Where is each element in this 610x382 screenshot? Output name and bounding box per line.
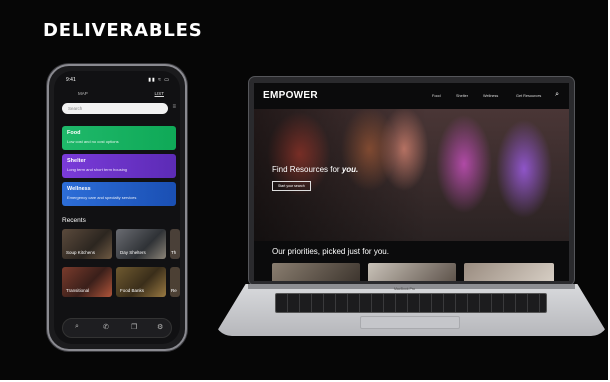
nav-food[interactable]: Food [432,94,441,98]
tile-label: Transitional [66,288,90,293]
priority-image[interactable] [368,263,456,281]
nav-wellness[interactable]: Wellness [483,94,498,98]
search-icon[interactable]: ⌕ [75,323,79,331]
laptop-display: EMPOWER Food Shelter Wellness Get Resour… [254,83,569,281]
search-input[interactable]: Search [62,103,168,114]
tile-label: Th [171,250,177,255]
hero-text: Find Resources for [272,165,340,174]
hero-heading: Find Resources for you. [272,165,358,174]
hero-emphasis: you. [341,165,359,174]
category-card-shelter[interactable]: Shelter Long term and short term housing [62,154,176,178]
status-time: 9:41 [66,77,76,83]
status-icons: ▮▮ ≈ ▭ [148,77,170,83]
filter-icon[interactable]: ≡ [172,104,176,110]
page-title: DELIVERABLES [43,20,203,41]
recent-tile[interactable]: Food Banks [116,267,166,297]
laptop-trackpad [360,316,460,329]
priority-image[interactable] [464,263,554,281]
search-icon[interactable]: ⌕ [555,91,559,99]
priority-image[interactable] [272,263,360,281]
nav-get-resources[interactable]: Get Resources [516,94,541,98]
brand-logo[interactable]: EMPOWER [263,90,318,101]
recent-tile[interactable]: Day Shelters [116,229,166,259]
start-search-button[interactable]: Start your search [272,181,311,191]
phone-screen: 9:41 ▮▮ ≈ ▭ MAP LIST Search ≡ Food Low c… [54,71,180,344]
recent-tile[interactable]: Th [170,229,180,259]
nav-shelter[interactable]: Shelter [456,94,468,98]
phone-icon[interactable]: ✆ [103,323,109,331]
recent-tile[interactable]: Soup Kitchens [62,229,112,259]
phone-mockup: 9:41 ▮▮ ≈ ▭ MAP LIST Search ≡ Food Low c… [47,64,187,351]
recent-tile[interactable]: Transitional [62,267,112,297]
deliverables-stage: DELIVERABLES 9:41 ▮▮ ≈ ▭ MAP LIST Search… [0,0,608,380]
tab-list[interactable]: LIST [154,91,164,96]
bottom-nav: ⌕ ✆ ❐ ⚙ [62,318,172,338]
bookmark-icon[interactable]: ❐ [131,323,137,331]
card-title: Food [67,130,81,136]
tile-label: Soup Kitchens [66,250,96,255]
laptop-model: MacBook Pro [394,287,416,291]
card-desc: Emergency care and specialty services [67,195,137,200]
category-card-food[interactable]: Food Low cost and no cost options [62,126,176,150]
laptop-keyboard [275,293,547,313]
card-desc: Low cost and no cost options [67,139,119,144]
priorities-heading: Our priorities, picked just for you. [272,247,389,256]
hero-shade [254,109,428,241]
card-title: Wellness [67,186,91,192]
tab-map[interactable]: MAP [78,91,88,96]
card-title: Shelter [67,158,86,164]
site-header: EMPOWER Food Shelter Wellness Get Resour… [254,83,569,109]
laptop-lid: EMPOWER Food Shelter Wellness Get Resour… [248,76,575,286]
tile-label: Re [171,288,177,293]
settings-icon[interactable]: ⚙ [157,323,163,331]
card-desc: Long term and short term housing [67,167,128,172]
tile-label: Food Banks [120,288,145,293]
tile-label: Day Shelters [120,250,146,255]
recents-heading: Recents [62,217,86,224]
hero-image: Find Resources for you. Start your searc… [254,109,569,241]
recent-tile[interactable]: Re [170,267,180,297]
category-card-wellness[interactable]: Wellness Emergency care and specialty se… [62,182,176,206]
